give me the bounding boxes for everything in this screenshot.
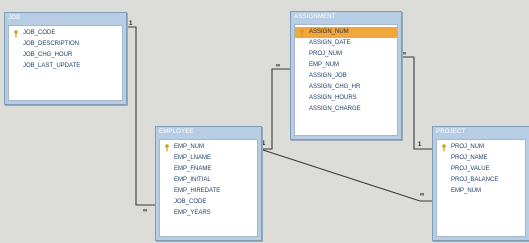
field-proj-num[interactable]: PROJ_NUM	[437, 142, 525, 153]
relationship-job-employee[interactable]	[125, 26, 155, 206]
table-title[interactable]: EMPLOYEE	[156, 127, 261, 138]
field-job-chg-hour[interactable]: JOB_CHG_HOUR	[9, 50, 122, 61]
field-emp-years[interactable]: EMP_YEARS	[160, 208, 257, 219]
table-project[interactable]: PROJECT PROJ_NUM PROJ_NAME PROJ_VALUE PR…	[432, 126, 529, 241]
field-label: EMP_NUM	[174, 144, 205, 150]
table-assignment[interactable]: ASSIGNMENT ASSIGN_NUM ASSIGN_DATE PROJ_N…	[290, 11, 402, 140]
field-emp-initial[interactable]: EMP_INITIAL	[160, 175, 257, 186]
table-title[interactable]: ASSIGNMENT	[291, 12, 401, 23]
key-icon	[300, 29, 304, 37]
table-title[interactable]: PROJECT	[433, 127, 529, 138]
field-assign-chg-hr[interactable]: ASSIGN_CHG_HR	[295, 82, 397, 93]
field-proj-value[interactable]: PROJ_VALUE	[437, 164, 525, 175]
relationship-project-assignment[interactable]	[400, 56, 432, 150]
rel-many-marker: ∞	[143, 208, 147, 214]
rel-many-marker: ∞	[276, 63, 280, 69]
field-job-last-update[interactable]: JOB_LAST_UPDATE	[9, 61, 122, 72]
field-proj-num[interactable]: PROJ_NUM	[295, 49, 397, 60]
field-assign-date[interactable]: ASSIGN_DATE	[295, 38, 397, 49]
rel-many-marker: ∞	[402, 51, 406, 57]
field-label: ASSIGN_NUM	[309, 29, 349, 35]
field-list: JOB_CODE JOB_DESCRIPTION JOB_CHG_HOUR JO…	[8, 25, 123, 101]
key-icon	[165, 144, 169, 152]
field-list: EMP_NUM EMP_LNAME EMP_FNAME EMP_INITIAL …	[159, 139, 258, 237]
field-job-code[interactable]: JOB_CODE	[9, 28, 122, 39]
key-icon	[14, 30, 18, 38]
key-icon	[442, 144, 446, 152]
field-assign-job[interactable]: ASSIGN_JOB	[295, 71, 397, 82]
table-job[interactable]: JOB JOB_CODE JOB_DESCRIPTION JOB_CHG_HOU…	[4, 12, 127, 105]
field-emp-hiredate[interactable]: EMP_HIREDATE	[160, 186, 257, 197]
rel-one-marker: 1	[418, 142, 422, 148]
field-emp-num[interactable]: EMP_NUM	[160, 142, 257, 153]
rel-one-marker: 1	[129, 21, 133, 27]
field-proj-name[interactable]: PROJ_NAME	[437, 153, 525, 164]
field-emp-lname[interactable]: EMP_LNAME	[160, 153, 257, 164]
field-proj-balance[interactable]: PROJ_BALANCE	[437, 175, 525, 186]
rel-many-marker: ∞	[420, 192, 424, 198]
field-assign-charge[interactable]: ASSIGN_CHARGE	[295, 104, 397, 115]
field-list: ASSIGN_NUM ASSIGN_DATE PROJ_NUM EMP_NUM …	[294, 24, 398, 136]
field-emp-num[interactable]: EMP_NUM	[437, 186, 525, 197]
field-assign-num[interactable]: ASSIGN_NUM	[295, 27, 397, 38]
field-label: PROJ_NUM	[451, 144, 485, 150]
table-title[interactable]: JOB	[5, 13, 126, 24]
field-job-description[interactable]: JOB_DESCRIPTION	[9, 39, 122, 50]
rel-one-marker: 1	[262, 141, 266, 147]
field-job-code[interactable]: JOB_CODE	[160, 197, 257, 208]
field-label: JOB_CODE	[23, 30, 56, 36]
relationship-employee-project[interactable]	[259, 148, 432, 202]
field-emp-num[interactable]: EMP_NUM	[295, 60, 397, 71]
table-employee[interactable]: EMPLOYEE EMP_NUM EMP_LNAME EMP_FNAME EMP…	[155, 126, 262, 241]
field-list: PROJ_NUM PROJ_NAME PROJ_VALUE PROJ_BALAN…	[436, 139, 526, 237]
relationship-employee-assignment[interactable]	[260, 68, 290, 150]
field-assign-hours[interactable]: ASSIGN_HOURS	[295, 93, 397, 104]
field-emp-fname[interactable]: EMP_FNAME	[160, 164, 257, 175]
